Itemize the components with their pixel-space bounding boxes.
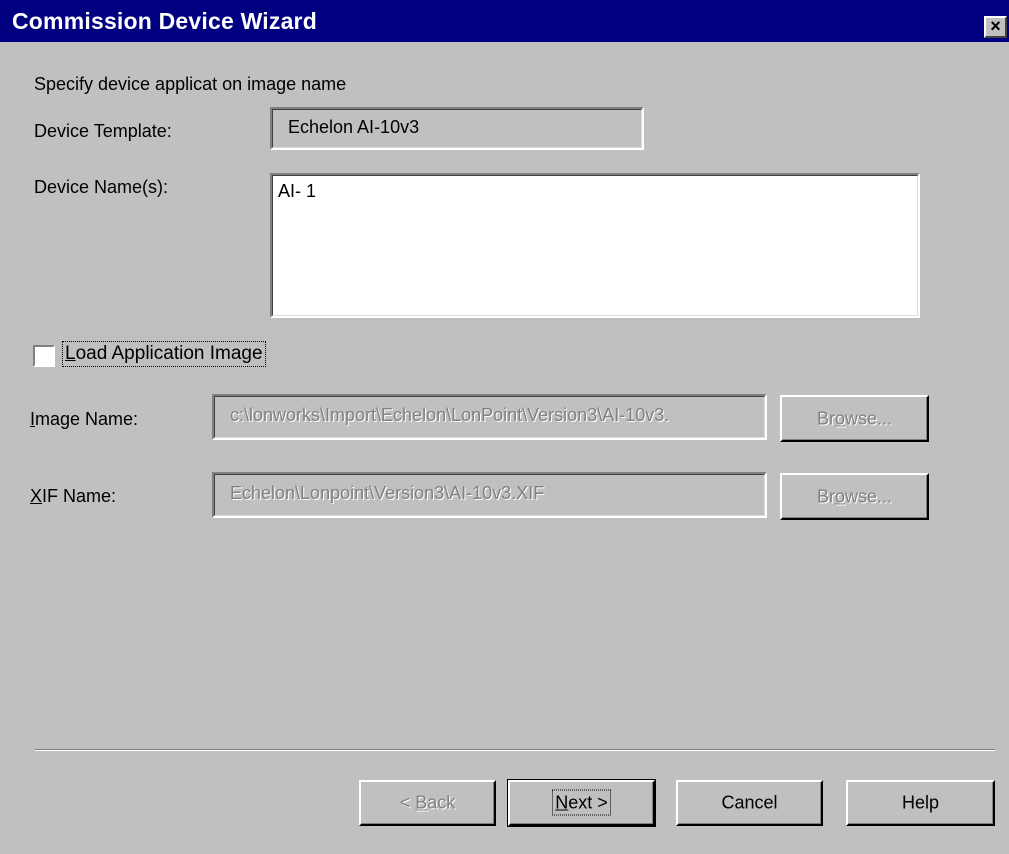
image-browse-button[interactable]: Browse... <box>780 395 929 442</box>
xif-browse-button[interactable]: Browse... <box>780 473 929 520</box>
commission-device-wizard-dialog: Commission Device Wizard × Specify devic… <box>0 0 1009 854</box>
xif-name-label: XIF Name: <box>30 486 117 506</box>
image-name-field: c:\lonworks\Import\Echelon\LonPoint\Vers… <box>212 394 767 440</box>
back-button[interactable]: < Back <box>359 780 496 826</box>
device-names-textarea[interactable]: AI- 1 <box>270 173 920 318</box>
title-bar[interactable]: Commission Device Wizard × <box>0 0 1009 42</box>
footer-separator <box>35 749 995 751</box>
close-icon: × <box>990 16 1001 36</box>
xif-name-field: Echelon\Lonpoint\Version3\AI-10v3.XIF <box>212 472 767 518</box>
cancel-button-label: Cancel <box>721 792 778 813</box>
close-button[interactable]: × <box>984 16 1007 38</box>
instruction-text: Specify device applicat on image name <box>34 74 347 94</box>
device-template-field: Echelon AI-10v3 <box>270 107 644 150</box>
help-button-label: Help <box>901 792 940 813</box>
next-button[interactable]: Next > <box>507 779 656 827</box>
cancel-button[interactable]: Cancel <box>676 780 823 826</box>
image-browse-label: Browse... <box>816 408 893 428</box>
load-application-image-checkbox[interactable] <box>33 345 55 367</box>
xif-browse-label: Browse... <box>816 486 893 506</box>
device-template-value: Echelon AI-10v3 <box>288 117 420 137</box>
device-names-value: AI- 1 <box>278 181 317 201</box>
window-title: Commission Device Wizard <box>12 8 317 34</box>
back-button-label: < Back <box>399 792 456 813</box>
next-button-label: Next > <box>552 789 611 816</box>
image-name-value: c:\lonworks\Import\Echelon\LonPoint\Vers… <box>230 405 670 425</box>
image-name-label: Image Name: <box>30 409 139 429</box>
help-button[interactable]: Help <box>846 780 995 826</box>
device-template-label: Device Template: <box>34 121 172 141</box>
device-names-label: Device Name(s): <box>34 177 169 197</box>
load-application-image-label[interactable]: Load Application Image <box>62 341 266 367</box>
xif-name-value: Echelon\Lonpoint\Version3\AI-10v3.XIF <box>230 483 545 503</box>
